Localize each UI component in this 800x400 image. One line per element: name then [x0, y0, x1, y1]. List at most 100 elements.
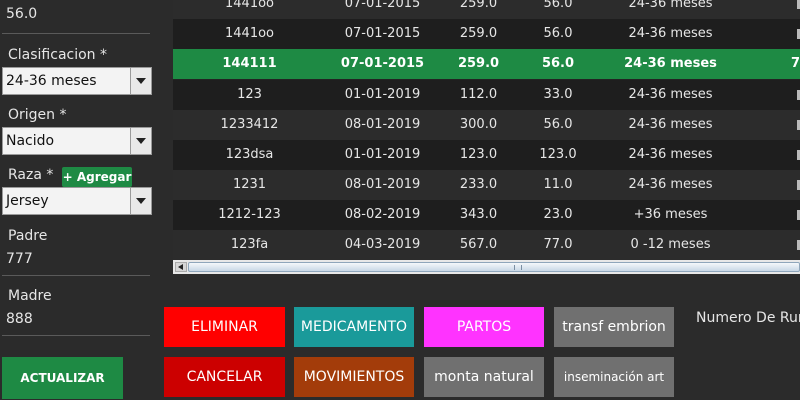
raza-select[interactable]: Jersey	[2, 187, 152, 215]
cell-extra	[743, 80, 800, 110]
cell-fecha: 07-01-2015	[344, 26, 421, 41]
cell-altura: 11.0	[543, 177, 573, 192]
cell-altura: 23.0	[543, 207, 573, 222]
cell-altura: 123.0	[539, 147, 577, 162]
monta-natural-button[interactable]: monta natural	[424, 357, 544, 397]
divider	[2, 275, 150, 276]
cell-id: 144111	[222, 56, 277, 71]
cell-clasificacion: +36 meses	[633, 207, 708, 222]
cell-clasificacion: 24-36 meses	[628, 0, 713, 11]
table-row-selected[interactable]: 144111 07-01-2015 259.0 56.0 24-36 meses 7	[173, 49, 800, 79]
cell-extra	[743, 110, 800, 140]
divider	[2, 33, 150, 34]
scrollbar-thumb[interactable]	[188, 262, 800, 272]
numero-de-rum-label: Numero De Rum	[696, 310, 800, 326]
scroll-left-arrow-icon[interactable]	[175, 262, 187, 272]
movimientos-button[interactable]: MOVIMIENTOS	[294, 357, 414, 397]
table-row[interactable]: 1233412 08-01-2019 300.0 56.0 24-36 meses	[173, 110, 800, 140]
medicamento-button[interactable]: MEDICAMENTO	[294, 307, 414, 347]
horizontal-scrollbar[interactable]	[173, 260, 800, 274]
cell-fecha: 07-01-2015	[340, 56, 425, 71]
padre-field[interactable]: 777	[6, 251, 33, 267]
table-row[interactable]: 123dsa 01-01-2019 123.0 123.0 24-36 meses	[173, 140, 800, 170]
cell-id: 123dsa	[225, 147, 274, 162]
table-row[interactable]: 1212-123 08-02-2019 343.0 23.0 +36 meses	[173, 200, 800, 230]
cell-altura: 33.0	[543, 87, 573, 102]
cell-extra	[743, 0, 800, 19]
cell-extra	[743, 19, 800, 49]
origen-select[interactable]: Nacido	[2, 127, 152, 155]
cell-clasificacion: 0 -12 meses	[630, 237, 711, 252]
table-row[interactable]: 123fa 04-03-2019 567.0 77.0 0 -12 meses	[173, 230, 800, 260]
chevron-down-icon[interactable]	[130, 188, 151, 214]
cell-id: 1441oo	[225, 0, 274, 11]
cell-id: 1231	[232, 177, 267, 192]
chevron-down-icon[interactable]	[130, 128, 151, 154]
origen-select-value: Nacido	[6, 133, 55, 149]
cell-extra	[743, 200, 800, 230]
cancelar-button[interactable]: CANCELAR	[164, 357, 285, 397]
cell-peso: 343.0	[459, 207, 498, 222]
scrollbar-grip-icon	[514, 265, 522, 270]
cell-extra: 7	[790, 56, 800, 71]
cell-peso: 259.0	[459, 0, 498, 11]
cell-altura: 56.0	[541, 56, 575, 71]
cell-altura: 56.0	[543, 117, 573, 132]
cell-clasificacion: 24-36 meses	[628, 177, 713, 192]
cell-fecha: 08-02-2019	[344, 207, 421, 222]
cell-fecha: 01-01-2019	[344, 87, 421, 102]
cell-clasificacion: 24-36 meses	[628, 147, 713, 162]
eliminar-button[interactable]: ELIMINAR	[164, 307, 285, 347]
origen-label: Origen *	[8, 107, 67, 123]
cell-extra	[743, 140, 800, 170]
cell-altura: 77.0	[543, 237, 573, 252]
cell-peso: 123.0	[459, 147, 498, 162]
cell-extra	[743, 170, 800, 200]
table-row[interactable]: 1441oo 07-01-2015 259.0 56.0 24-36 meses	[173, 19, 800, 49]
cell-id: 1212-123	[218, 207, 281, 222]
madre-label: Madre	[8, 288, 52, 304]
cell-id: 123fa	[230, 237, 269, 252]
form-panel: 56.0 Clasificacion * 24-36 meses Origen …	[0, 0, 163, 400]
raza-label: Raza *	[8, 167, 54, 183]
cell-clasificacion: 24-36 meses	[628, 26, 713, 41]
cell-peso: 300.0	[459, 117, 498, 132]
cell-extra	[743, 230, 800, 260]
cell-clasificacion: 24-36 meses	[628, 87, 713, 102]
cell-altura: 56.0	[543, 0, 573, 11]
inseminacion-art-button[interactable]: inseminación art	[554, 357, 674, 397]
clasificacion-select-value: 24-36 meses	[6, 73, 97, 89]
table-row[interactable]: 123 01-01-2019 112.0 33.0 24-36 meses	[173, 80, 800, 110]
madre-field[interactable]: 888	[6, 311, 33, 327]
cell-peso: 233.0	[459, 177, 498, 192]
cell-fecha: 04-03-2019	[344, 237, 421, 252]
clasificacion-label: Clasificacion *	[8, 47, 107, 63]
cell-fecha: 08-01-2019	[344, 117, 421, 132]
agregar-raza-button[interactable]: + Agregar	[62, 167, 132, 187]
table-gutter	[163, 0, 173, 260]
table-row[interactable]: 1231 08-01-2019 233.0 11.0 24-36 meses	[173, 170, 800, 200]
cell-peso: 259.0	[459, 26, 498, 41]
cell-id: 1233412	[220, 117, 279, 132]
actualizar-button[interactable]: ACTUALIZAR	[2, 357, 123, 399]
raza-select-value: Jersey	[6, 193, 49, 209]
transf-embrion-button[interactable]: transf embrion	[554, 307, 674, 347]
divider	[2, 335, 150, 336]
cell-id: 1441oo	[225, 26, 274, 41]
clasificacion-select[interactable]: 24-36 meses	[2, 67, 152, 95]
top-field-value[interactable]: 56.0	[6, 6, 37, 22]
table-row[interactable]: 1441oo 07-01-2015 259.0 56.0 24-36 meses	[173, 0, 800, 19]
chevron-down-icon[interactable]	[130, 68, 151, 94]
cell-peso: 112.0	[459, 87, 498, 102]
cell-peso: 259.0	[457, 56, 500, 71]
cell-peso: 567.0	[459, 237, 498, 252]
cell-fecha: 01-01-2019	[344, 147, 421, 162]
partos-button[interactable]: PARTOS	[424, 307, 544, 347]
cell-id: 123	[237, 87, 262, 102]
cell-fecha: 07-01-2015	[344, 0, 421, 11]
cell-altura: 56.0	[543, 26, 573, 41]
cell-fecha: 08-01-2019	[344, 177, 421, 192]
cell-clasificacion: 24-36 meses	[624, 56, 717, 71]
padre-label: Padre	[8, 228, 48, 244]
cell-clasificacion: 24-36 meses	[628, 117, 713, 132]
